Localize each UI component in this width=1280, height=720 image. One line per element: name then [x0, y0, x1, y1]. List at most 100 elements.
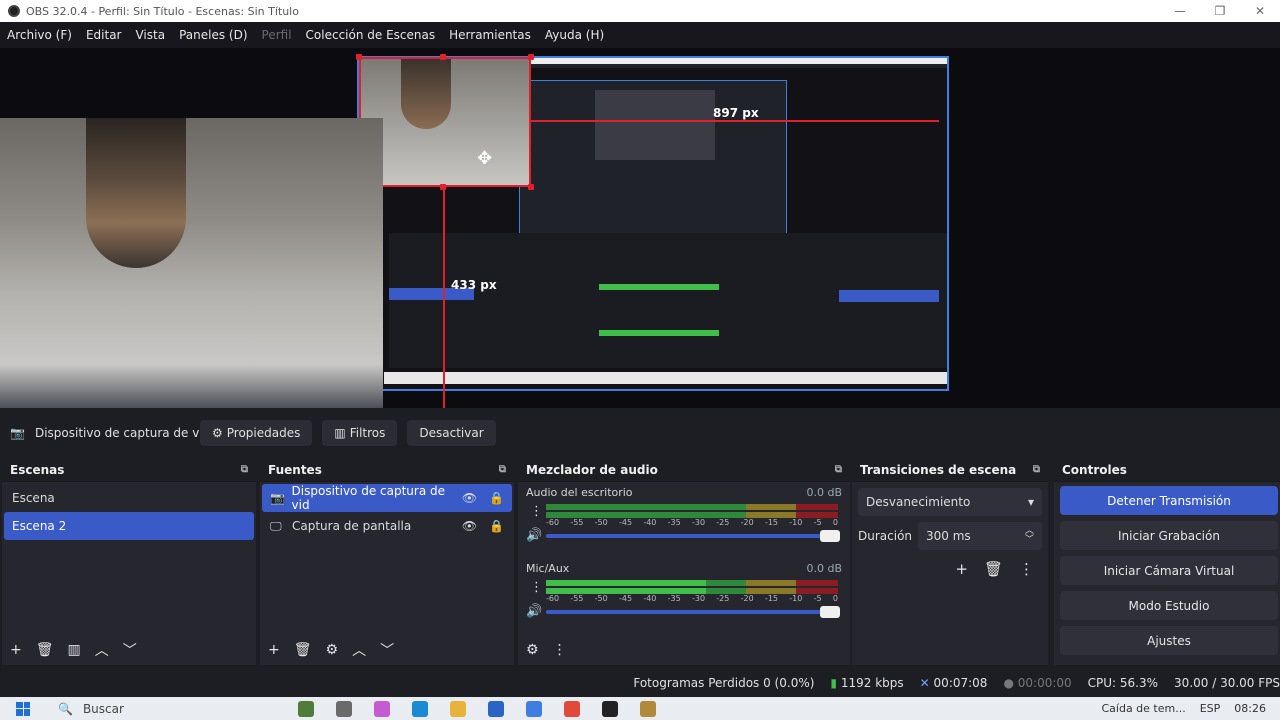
chevron-down-icon: ▾ — [1027, 495, 1034, 509]
add-icon[interactable]: + — [10, 642, 22, 658]
menu-perfil[interactable]: Perfil — [255, 28, 299, 42]
guide-line-vertical — [443, 186, 445, 408]
volume-meter — [546, 580, 838, 594]
properties-button[interactable]: ⚙ Propiedades — [200, 420, 313, 446]
lock-icon[interactable]: 🔒 — [489, 519, 504, 533]
trash-icon[interactable]: 🗑 — [36, 642, 54, 658]
move-cursor-icon: ✥ — [477, 148, 493, 169]
controls-title: Controles — [1062, 462, 1127, 477]
slider-handle[interactable] — [820, 606, 840, 618]
window-controls: — ❐ ✕ — [1160, 0, 1280, 22]
deactivate-button[interactable]: Desactivar — [407, 420, 496, 446]
virtual-camera-button[interactable]: Iniciar Cámara Virtual — [1060, 556, 1278, 585]
obs-taskbar-icon[interactable] — [602, 700, 618, 717]
chevron-down-icon[interactable]: ﹀ — [123, 640, 137, 660]
undock-icon[interactable]: ⧉ — [241, 464, 248, 475]
resize-handle-br[interactable] — [528, 184, 534, 190]
gear-icon[interactable]: ⚙ — [326, 642, 339, 658]
undock-icon[interactable]: ⧉ — [1033, 464, 1040, 475]
settings-button[interactable]: Ajustes — [1060, 626, 1278, 655]
undock-icon[interactable]: ⧉ — [499, 464, 506, 475]
more-options-icon[interactable]: ⋮ — [553, 642, 567, 658]
app-icon[interactable] — [298, 700, 314, 717]
scene-item[interactable]: Escena — [4, 484, 254, 512]
chevron-up-icon[interactable]: ︿ — [352, 640, 366, 660]
chrome-icon[interactable] — [564, 700, 580, 717]
gear-icon: ⚙ — [212, 426, 223, 440]
more-options-icon[interactable]: ⋮ — [530, 580, 543, 595]
windows-start-icon[interactable] — [16, 701, 30, 716]
fps-status: 30.00 / 30.00 FPS — [1174, 676, 1280, 690]
studio-mode-button[interactable]: Modo Estudio — [1060, 591, 1278, 620]
menu-vista[interactable]: Vista — [128, 28, 172, 42]
filters-button[interactable]: ▥ Filtros — [322, 420, 398, 446]
menu-herramientas[interactable]: Herramientas — [442, 28, 538, 42]
add-icon[interactable]: + — [268, 642, 280, 658]
speaker-icon[interactable]: 🔊 — [526, 528, 542, 543]
camera-feed[interactable] — [0, 118, 383, 408]
store-icon[interactable] — [488, 700, 504, 717]
weather-text[interactable]: Caída de tem... — [1101, 702, 1185, 715]
duration-stepper[interactable]: 300 ms ︿ ﹀ — [918, 522, 1042, 550]
close-button[interactable]: ✕ — [1240, 0, 1280, 22]
preview-area[interactable]: 897 px 433 px ✥ — [0, 48, 1280, 408]
system-tray: Caída de tem... ESP 08:26 — [1101, 702, 1280, 715]
title-bar: OBS 32.0.4 - Perfil: Sin Título - Escena… — [0, 0, 1280, 22]
nested-meter — [599, 284, 719, 290]
guide-line-horizontal — [531, 120, 939, 122]
speaker-icon[interactable]: 🔊 — [526, 604, 542, 619]
copilot-icon[interactable] — [374, 700, 390, 717]
windows-taskbar: 🔍 Buscar Caída de tem... ESP 08:26 — [0, 697, 1280, 720]
source-item-selected[interactable]: 📷 Dispositivo de captura de vid 👁 🔒 — [262, 484, 512, 512]
menu-coleccion-escenas[interactable]: Colección de Escenas — [299, 28, 443, 42]
taskbar-search[interactable]: 🔍 Buscar — [58, 702, 258, 716]
more-options-icon[interactable]: ⋮ — [1019, 560, 1034, 578]
menu-bar: Archivo (F) Editar Vista Paneles (D) Per… — [0, 22, 1280, 48]
filter-icon: ▥ — [334, 426, 346, 440]
camera-icon: 📷 — [10, 426, 25, 440]
app-icon[interactable] — [640, 700, 656, 717]
mixer-title: Mezclador de audio — [526, 462, 658, 477]
menu-paneles[interactable]: Paneles (D) — [172, 28, 254, 42]
eye-icon[interactable]: 👁 — [462, 519, 477, 533]
slider-handle[interactable] — [820, 530, 840, 542]
chevron-up-icon[interactable]: ︿ — [95, 640, 109, 660]
menu-archivo[interactable]: Archivo (F) — [0, 28, 79, 42]
undock-icon[interactable]: ⧉ — [835, 464, 842, 475]
menu-editar[interactable]: Editar — [79, 28, 129, 42]
start-record-button[interactable]: Iniciar Grabación — [1060, 521, 1278, 550]
stop-stream-button[interactable]: Detener Transmisión — [1060, 486, 1278, 515]
more-options-icon[interactable]: ⋮ — [530, 504, 543, 519]
trash-icon[interactable]: 🗑 — [294, 642, 312, 658]
resize-handle-tr[interactable] — [528, 54, 534, 60]
duration-label: Duración — [858, 529, 913, 543]
window-title: OBS 32.0.4 - Perfil: Sin Título - Escena… — [26, 4, 299, 18]
clock[interactable]: 08:26 — [1234, 702, 1266, 715]
lock-icon[interactable]: 🔒 — [489, 491, 504, 505]
resize-handle-tl[interactable] — [356, 54, 362, 60]
resize-handle-b[interactable] — [440, 184, 446, 190]
chevron-down-icon[interactable]: ﹀ — [380, 640, 394, 660]
menu-ayuda[interactable]: Ayuda (H) — [538, 28, 611, 42]
filter-icon[interactable]: ▥ — [68, 642, 81, 658]
nested-taskbar — [384, 372, 947, 384]
task-view-icon[interactable] — [336, 700, 352, 717]
resize-handle-t[interactable] — [440, 54, 446, 60]
source-item[interactable]: 🖵 Captura de pantalla 👁 🔒 — [262, 512, 512, 540]
advanced-audio-icon[interactable]: ⚙ — [526, 642, 539, 658]
mail-icon[interactable] — [526, 700, 542, 717]
transition-select[interactable]: Desvanecimiento ▾ — [858, 488, 1042, 516]
scene-item-selected[interactable]: Escena 2 — [4, 512, 254, 540]
edge-icon[interactable] — [412, 700, 428, 717]
folder-icon[interactable] — [450, 700, 466, 717]
camera-source-selected[interactable] — [359, 57, 531, 187]
trash-icon[interactable]: 🗑 — [984, 560, 1003, 578]
maximize-button[interactable]: ❐ — [1200, 0, 1240, 22]
add-icon[interactable]: + — [955, 560, 968, 578]
volume-slider[interactable] — [546, 606, 840, 618]
eye-icon[interactable]: 👁 — [462, 491, 477, 505]
language-indicator[interactable]: ESP — [1200, 702, 1221, 715]
minimize-button[interactable]: — — [1160, 0, 1200, 22]
stepper-arrows-icon[interactable]: ︿ ﹀ — [1025, 527, 1034, 545]
volume-slider[interactable] — [546, 530, 840, 542]
